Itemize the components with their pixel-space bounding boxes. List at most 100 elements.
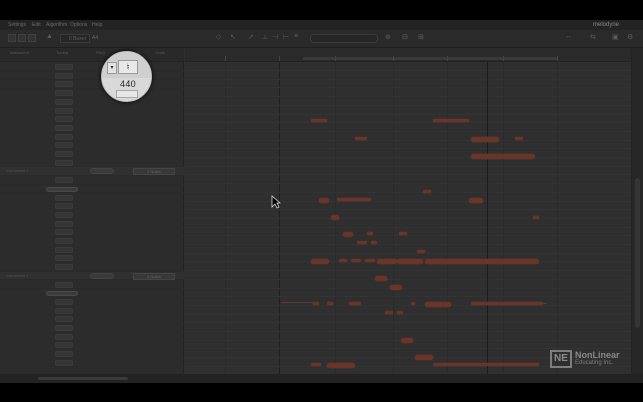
pitch-row[interactable] <box>0 176 184 185</box>
group-toggle[interactable] <box>90 272 114 279</box>
cent-field[interactable] <box>55 90 73 97</box>
tempo-field[interactable]: 0 Boxer <box>60 34 90 43</box>
note-blob[interactable] <box>311 119 327 122</box>
pitch-row[interactable] <box>0 133 184 142</box>
tuning-knob-row[interactable] <box>0 289 184 298</box>
pitch-row[interactable] <box>0 63 184 72</box>
note-blob[interactable] <box>327 302 333 305</box>
loop-icon[interactable]: ⇆ <box>590 33 596 41</box>
cent-field[interactable] <box>55 194 73 201</box>
note-blob[interactable] <box>397 311 403 314</box>
note-blob[interactable] <box>339 259 347 262</box>
pitch-row[interactable] <box>0 194 184 203</box>
pitch-row[interactable] <box>0 333 184 342</box>
note-blob[interactable] <box>331 215 339 220</box>
note-blob[interactable] <box>311 363 321 366</box>
pitch-row[interactable] <box>0 281 184 290</box>
amplitude-tool-icon[interactable]: ⊥ <box>262 33 268 41</box>
tuning-knob-row[interactable] <box>0 185 184 194</box>
pitch-tool-icon[interactable]: ◇ <box>216 33 221 41</box>
cent-field[interactable] <box>55 116 73 123</box>
cent-field[interactable] <box>55 98 73 105</box>
cent-field[interactable] <box>55 359 73 366</box>
pitch-row[interactable] <box>0 228 184 237</box>
cent-field[interactable] <box>55 351 73 358</box>
pitch-row[interactable] <box>0 211 184 220</box>
time-ruler[interactable] <box>185 48 631 62</box>
menu-settings[interactable]: Settings <box>8 20 26 30</box>
cent-field[interactable] <box>55 264 73 271</box>
note-blob[interactable] <box>417 250 425 253</box>
note-blob[interactable] <box>433 363 539 366</box>
pitch-row[interactable] <box>0 159 184 168</box>
reference-pitch-field[interactable] <box>116 90 138 98</box>
note-blob[interactable] <box>365 259 375 262</box>
view-button[interactable] <box>18 34 26 42</box>
pitch-row[interactable] <box>0 150 184 159</box>
note-blob[interactable] <box>390 285 402 290</box>
pitch-row[interactable] <box>0 263 184 272</box>
pitch-row[interactable] <box>0 124 184 133</box>
cent-field[interactable] <box>55 107 73 114</box>
pitch-row[interactable] <box>0 307 184 316</box>
metronome-icon[interactable]: ▣ <box>612 33 619 41</box>
mode-button[interactable]: 2 Notes <box>133 272 175 280</box>
note-blob[interactable] <box>371 241 377 244</box>
cent-field[interactable] <box>55 72 73 79</box>
note-blob[interactable] <box>375 276 387 281</box>
note-blob[interactable] <box>355 137 367 140</box>
pitch-row[interactable] <box>0 98 184 107</box>
reference-pitch-value[interactable]: 440 <box>112 79 144 89</box>
cent-field[interactable] <box>55 238 73 244</box>
tuning-knob[interactable] <box>46 186 78 192</box>
cent-field[interactable] <box>55 281 73 288</box>
pitch-row[interactable] <box>0 246 184 255</box>
vertical-scrollbar-thumb[interactable] <box>635 178 640 328</box>
main-tool-icon[interactable]: ↖ <box>230 33 236 41</box>
note-editor[interactable] <box>185 48 631 374</box>
grid-icon[interactable]: ⊞ <box>418 33 424 41</box>
separation-tool-icon[interactable]: ≡ <box>294 33 298 40</box>
pitch-row[interactable] <box>0 254 184 264</box>
pitch-row[interactable] <box>0 359 184 368</box>
note-blob[interactable] <box>411 302 415 305</box>
cent-field[interactable] <box>55 220 73 227</box>
tuning-knob[interactable] <box>46 291 78 297</box>
note-blob[interactable] <box>515 137 523 140</box>
pitch-row[interactable] <box>0 341 184 351</box>
playhead[interactable] <box>487 62 488 374</box>
note-blob[interactable] <box>471 137 499 142</box>
cent-field[interactable] <box>55 151 73 157</box>
cent-field[interactable] <box>55 307 73 314</box>
cent-field[interactable] <box>55 159 73 166</box>
cent-field[interactable] <box>55 246 73 253</box>
note-blob[interactable] <box>423 190 431 193</box>
pitch-row[interactable] <box>0 141 184 150</box>
group-toggle[interactable] <box>90 168 114 175</box>
pitch-row[interactable] <box>0 115 184 124</box>
cent-field[interactable] <box>55 342 73 349</box>
cent-field[interactable] <box>55 142 73 149</box>
note-blob[interactable] <box>425 302 451 307</box>
note-blob[interactable] <box>471 302 543 305</box>
cent-field[interactable] <box>55 229 73 236</box>
mode-button[interactable]: 2 Notes <box>133 168 175 176</box>
cent-field[interactable] <box>55 211 73 218</box>
pitch-row[interactable] <box>0 350 184 359</box>
menu-help[interactable]: Help <box>92 20 102 30</box>
chart-button[interactable] <box>28 34 36 42</box>
pitch-row[interactable] <box>0 220 184 229</box>
note-blob[interactable] <box>311 259 329 264</box>
cent-field[interactable] <box>55 124 73 131</box>
note-blob[interactable] <box>313 302 319 305</box>
note-blob[interactable] <box>425 259 539 264</box>
menu-algorithm[interactable]: Algorithm <box>46 20 67 30</box>
cent-field[interactable] <box>55 316 73 323</box>
note-blob[interactable] <box>319 198 329 203</box>
cent-field[interactable] <box>55 255 73 262</box>
layout-button[interactable] <box>8 34 16 42</box>
zoom-icon[interactable]: ⊕ <box>385 33 391 41</box>
note-blob[interactable] <box>385 311 393 314</box>
pitch-row[interactable] <box>0 298 184 307</box>
chevron-down-icon[interactable]: ▾ <box>107 62 117 74</box>
